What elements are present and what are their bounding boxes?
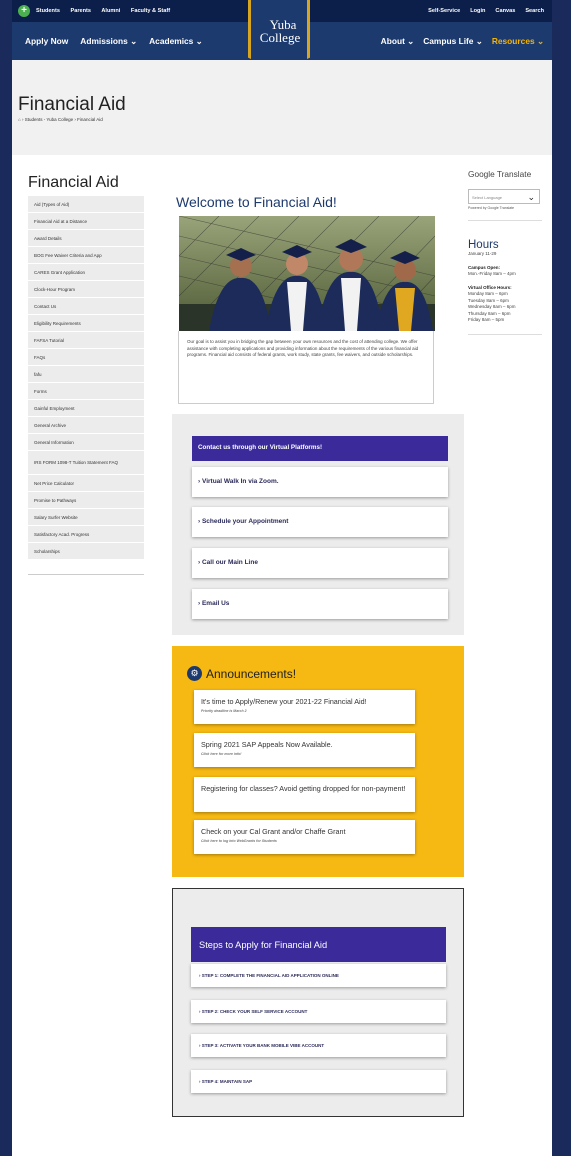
sidebar-item[interactable]: fafu [28,366,144,383]
welcome-title: Welcome to Financial Aid! [176,194,337,210]
sidebar-item[interactable]: Scholarships [28,543,144,560]
announcement-card[interactable]: Spring 2021 SAP Appeals Now Available. C… [194,733,415,767]
sidebar-title: Financial Aid [28,174,119,191]
email-us-button[interactable]: › Email Us [192,589,448,619]
breadcrumb: ⌂ › Students - Yuba College › Financial … [18,117,103,122]
plus-icon[interactable]: + [18,5,30,17]
steps-panel: Steps to Apply for Financial Aid › STEP … [172,888,464,1117]
steps-heading: Steps to Apply for Financial Aid [191,927,446,962]
virtual-platforms-panel: Contact us through our Virtual Platforms… [172,414,464,635]
page-title: Financial Aid [18,94,126,115]
link-login[interactable]: Login [470,8,485,14]
announcement-title: Check on your Cal Grant and/or Chaffe Gr… [201,827,346,836]
step-2-button[interactable]: › STEP 2: CHECK YOUR SELF SERVICE ACCOUN… [191,1000,446,1023]
sidebar-item[interactable]: General Information [28,434,144,451]
announcement-subtitle[interactable]: Click here to log into WebGrants for Stu… [201,839,408,843]
call-main-line-button[interactable]: › Call our Main Line [192,548,448,578]
sidebar-item[interactable]: Financial Aid at a Distance [28,213,144,230]
announcement-card[interactable]: Check on your Cal Grant and/or Chaffe Gr… [194,820,415,854]
announcement-card[interactable]: Registering for classes? Avoid getting d… [194,777,415,812]
link-parents[interactable]: Parents [71,8,92,14]
sidebar-item[interactable]: Promise to Pathways [28,492,144,509]
step-3-button[interactable]: › STEP 3: ACTIVATE YOUR BANK MOBILE VIBE… [191,1034,446,1057]
sidebar-item[interactable]: Eligibility Requirements [28,315,144,332]
link-faculty-staff[interactable]: Faculty & Staff [131,8,170,14]
announcement-subtitle[interactable]: Click here for more info! [201,752,408,756]
logo-line2: College [259,29,301,45]
sidebar-item[interactable]: Award Details [28,230,144,247]
graduates-photo [179,216,435,331]
sidebar-item[interactable]: Forms [28,383,144,400]
sidebar-item[interactable]: Clock-Hour Program [28,281,144,298]
link-canvas[interactable]: Canvas [495,8,515,14]
sidebar-item[interactable]: IRS FORM 1098-T Tuition Statement FAQ [28,451,144,475]
graduates-illustration [179,216,435,331]
breadcrumb-trail[interactable]: › Students - Yuba College › Financial Ai… [22,117,103,122]
sidebar-item[interactable]: Contact Us [28,298,144,315]
page-header: Financial Aid ⌂ › Students - Yuba Colleg… [12,60,552,155]
hours-title: Hours [468,239,499,251]
sidebar-item[interactable]: Gainful Employment [28,400,144,417]
language-select[interactable]: Select Language ⌄ [468,189,540,204]
page: + Students Parents Alumni Faculty & Staf… [12,0,552,1156]
welcome-description: Our goal is to assist you in bridging th… [178,331,434,404]
nav-apply-now[interactable]: Apply Now [25,36,68,46]
step-1-button[interactable]: › STEP 1: COMPLETE THE FINANCIAL AID APP… [191,964,446,987]
announcement-title: Spring 2021 SAP Appeals Now Available. [201,740,333,749]
link-search[interactable]: Search [525,8,544,14]
powered-by-google[interactable]: Powered by Google Translate [468,206,542,210]
nav-about[interactable]: About ⌄ [381,36,415,46]
sidebar-item[interactable]: Salary Surfer Website [28,509,144,526]
announcement-subtitle[interactable]: Priority deadline is March 2 [201,709,408,713]
nav-campus-life[interactable]: Campus Life ⌄ [423,36,483,46]
sidebar-divider [28,574,144,575]
zoom-walk-in-button[interactable]: › Virtual Walk In via Zoom. [192,467,448,497]
sidebar-item[interactable]: Net Price Calculator [28,475,144,492]
logo-line1: Yuba [269,16,297,32]
chevron-down-icon: ⌄ [527,192,535,202]
sidebar: Financial Aid Aid (Types of Aid) Financi… [28,174,144,575]
announcements-panel: ⚙ Announcements! It's time to Apply/Rene… [172,646,464,877]
link-alumni[interactable]: Alumni [101,8,120,14]
nav-admissions[interactable]: Admissions ⌄ [80,36,137,46]
utility-left-links: Students Parents Alumni Faculty & Staff [36,8,179,14]
right-divider [468,220,542,221]
sidebar-item[interactable]: FAQs [28,349,144,366]
right-divider [468,333,542,335]
language-select-placeholder: Select Language [472,195,503,200]
announcements-header: ⚙ Announcements! [187,666,296,681]
sidebar-item[interactable]: FAFSA Tutorial [28,332,144,349]
announcement-card[interactable]: It's time to Apply/Renew your 2021-22 Fi… [194,690,415,724]
link-self-service[interactable]: Self-Service [428,8,460,14]
right-sidebar: Google Translate Select Language ⌄ Power… [468,170,542,335]
sidebar-item[interactable]: CARES Grant Application [28,264,144,281]
link-students[interactable]: Students [36,8,60,14]
sidebar-item[interactable]: Aid (Types of Aid) [28,196,144,213]
announcement-title: It's time to Apply/Renew your 2021-22 Fi… [201,697,367,706]
sidebar-item[interactable]: Satisfactory Acad. Progress [28,526,144,543]
step-4-button[interactable]: › STEP 4: MAINTAIN SAP [191,1070,446,1093]
sidebar-item[interactable]: BOG Fee Waiver Criteria and App [28,247,144,264]
home-icon[interactable]: ⌂ [18,117,21,122]
virtual-heading: Contact us through our Virtual Platforms… [192,436,448,461]
sidebar-item[interactable]: General Archive [28,417,144,434]
nav-resources[interactable]: Resources ⌄ [492,36,544,46]
virtual-hours-row: Friday 8am – 5pm [468,317,505,322]
announcements-title: Announcements! [206,666,297,681]
gear-icon: ⚙ [187,666,202,681]
announcement-title: Registering for classes? Avoid getting d… [201,784,406,793]
schedule-appointment-button[interactable]: › Schedule your Appointment [192,507,448,537]
utility-right-links: Self-Service Login Canvas Search [418,0,544,22]
translate-title: Google Translate [468,169,532,179]
nav-academics[interactable]: Academics ⌄ [149,36,203,46]
